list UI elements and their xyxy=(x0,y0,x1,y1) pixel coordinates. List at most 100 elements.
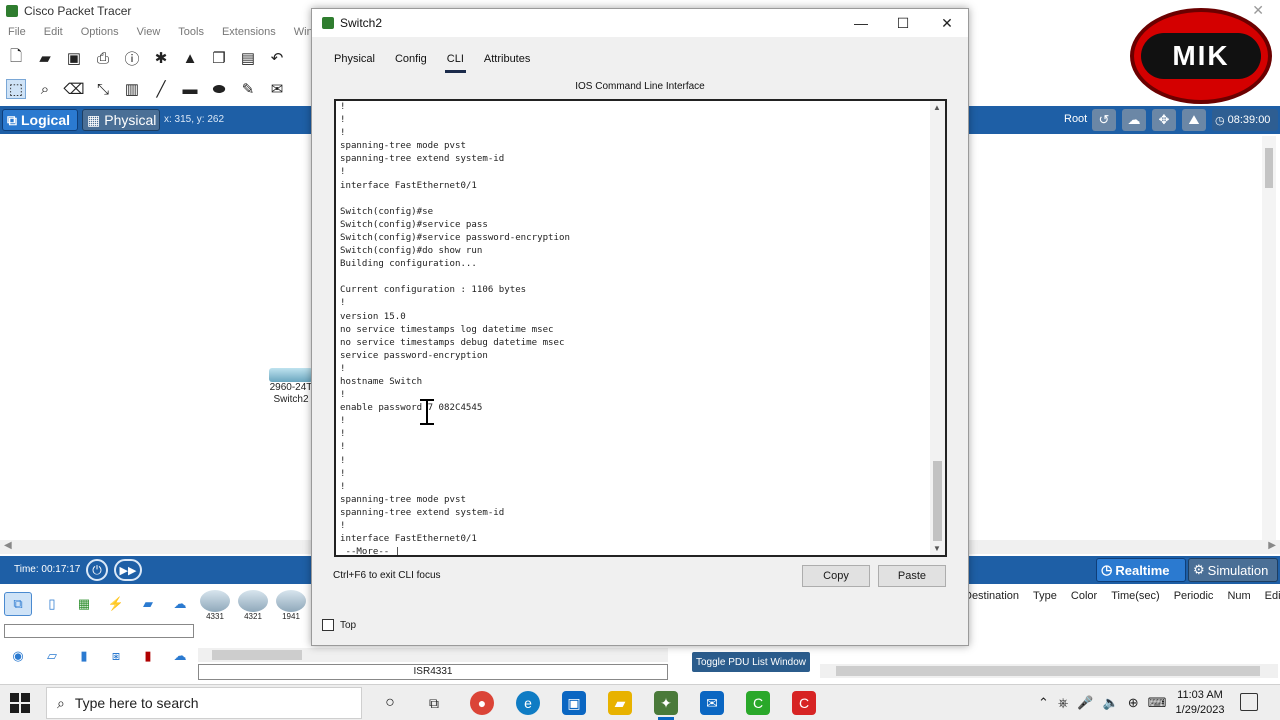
paste-button[interactable]: Paste xyxy=(878,565,946,587)
menu-view[interactable]: View xyxy=(137,26,161,38)
scroll-right-icon[interactable]: ▶ xyxy=(1268,540,1276,551)
save-icon[interactable]: ▣ xyxy=(64,48,84,68)
task-view-icon[interactable]: ⧉ xyxy=(422,691,446,715)
cli-output[interactable]: ! ! ! spanning-tree mode pvst spanning-t… xyxy=(340,101,928,555)
tray-expand-icon[interactable]: ⌃ xyxy=(1038,695,1049,711)
model-list-scrollbar[interactable] xyxy=(198,648,668,662)
scroll-down-icon[interactable]: ▼ xyxy=(933,544,941,553)
multiuser-icon[interactable]: ☁ xyxy=(166,592,194,616)
draw-rectangle-icon[interactable]: ▬ xyxy=(180,79,200,99)
scroll-thumb[interactable] xyxy=(1265,148,1273,188)
close-icon[interactable]: ✕ xyxy=(932,14,962,32)
router-model-4321[interactable]: 4321 xyxy=(236,590,270,621)
freeform-tool-icon[interactable]: ✎ xyxy=(238,79,258,99)
physical-view-button[interactable]: ▦ Physical xyxy=(82,109,160,131)
minimize-icon[interactable]: — xyxy=(846,14,876,32)
select-tool-icon[interactable]: ⬚ xyxy=(6,79,26,99)
paste-icon[interactable]: ▤ xyxy=(238,48,258,68)
move-icon[interactable]: ✥ xyxy=(1152,109,1176,131)
simulation-mode-button[interactable]: ⚙ Simulation xyxy=(1188,558,1278,582)
connections-icon[interactable]: ⚡ xyxy=(102,592,130,616)
wan-emulation-icon[interactable]: ☁ xyxy=(166,644,194,668)
scroll-up-icon[interactable]: ▲ xyxy=(933,103,941,112)
cortana-icon[interactable]: ○ xyxy=(378,691,402,715)
realtime-mode-button[interactable]: ◷ Realtime xyxy=(1096,558,1186,582)
file-explorer-icon[interactable]: ▰ xyxy=(608,691,632,715)
switches-icon[interactable]: ▱ xyxy=(38,644,66,668)
tab-physical[interactable]: Physical xyxy=(324,49,385,71)
undo-icon[interactable]: ↶ xyxy=(267,48,287,68)
copy-icon[interactable]: ❐ xyxy=(209,48,229,68)
info-icon[interactable]: ⓘ xyxy=(122,48,142,68)
camtasia-red-icon[interactable]: C xyxy=(792,691,816,715)
logical-view-button[interactable]: ⧉ Logical xyxy=(2,109,78,131)
app-close-icon[interactable]: ✕ xyxy=(1252,2,1264,19)
new-file-icon[interactable]: 🗋 xyxy=(6,48,26,68)
scroll-left-icon[interactable]: ◀ xyxy=(4,540,12,551)
store-icon[interactable]: ▣ xyxy=(562,691,586,715)
open-folder-icon[interactable]: ▰ xyxy=(35,48,55,68)
network-info-icon[interactable]: ✱ xyxy=(151,48,171,68)
copy-button[interactable]: Copy xyxy=(802,565,870,587)
security-icon[interactable]: ▮ xyxy=(134,644,162,668)
draw-line-icon[interactable]: ╱ xyxy=(151,79,171,99)
menu-edit[interactable]: Edit xyxy=(44,26,63,38)
tab-attributes[interactable]: Attributes xyxy=(474,49,540,71)
top-checkbox[interactable]: Top xyxy=(322,619,356,631)
viewport-icon[interactable]: ⛰ xyxy=(1182,109,1206,131)
fast-forward-icon[interactable]: ▶▶ xyxy=(114,559,142,581)
note-tool-icon[interactable]: ▥ xyxy=(122,79,142,99)
volume-icon[interactable]: 🔈 xyxy=(1103,695,1119,711)
add-pdu-icon[interactable]: ✉ xyxy=(267,79,287,99)
cli-console[interactable]: ! ! ! spanning-tree mode pvst spanning-t… xyxy=(334,99,947,557)
print-icon[interactable]: ⎙ xyxy=(93,48,113,68)
end-devices-icon[interactable]: ▯ xyxy=(38,592,66,616)
back-icon[interactable]: ↺ xyxy=(1092,109,1116,131)
scroll-thumb[interactable] xyxy=(212,650,302,660)
routers-icon[interactable]: ◉ xyxy=(4,644,32,668)
cluster-icon[interactable]: ☁ xyxy=(1122,109,1146,131)
packet-tracer-taskbar-icon[interactable]: ✦ xyxy=(654,691,678,720)
draw-ellipse-icon[interactable]: ⬬ xyxy=(209,79,229,99)
router-model-1941[interactable]: 1941 xyxy=(274,590,308,621)
tab-cli[interactable]: CLI xyxy=(437,49,474,73)
canvas-vertical-scrollbar[interactable] xyxy=(1262,136,1276,540)
power-cycle-icon[interactable]: ⏻ xyxy=(86,559,108,581)
maximize-icon[interactable]: ☐ xyxy=(888,14,918,32)
network-devices-icon[interactable]: ⧉ xyxy=(4,592,32,616)
camtasia-green-icon[interactable]: C xyxy=(746,691,770,715)
toggle-pdu-list-button[interactable]: Toggle PDU List Window xyxy=(692,652,810,672)
mail-icon[interactable]: ✉ xyxy=(700,691,724,715)
activity-wizard-icon[interactable]: ▲ xyxy=(180,48,200,68)
scroll-thumb[interactable] xyxy=(933,461,942,541)
physical-view-icon: ▦ xyxy=(87,111,101,128)
miscellaneous-icon[interactable]: ▰ xyxy=(134,592,162,616)
notification-icon[interactable] xyxy=(1240,693,1258,711)
menu-extensions[interactable]: Extensions xyxy=(222,26,276,38)
microphone-icon[interactable]: 🎤 xyxy=(1077,695,1093,711)
menu-tools[interactable]: Tools xyxy=(178,26,204,38)
taskbar-clock[interactable]: 11:03 AM 1/29/2023 xyxy=(1172,688,1228,718)
cli-scrollbar[interactable]: ▲ ▼ xyxy=(930,101,945,555)
meet-icon[interactable]: ⎈ xyxy=(1058,695,1068,711)
taskbar-search-box[interactable]: ⌕ Type here to search xyxy=(46,687,362,719)
tab-config[interactable]: Config xyxy=(385,49,437,71)
resize-tool-icon[interactable]: ⤡ xyxy=(93,79,113,99)
pdu-list-scrollbar[interactable] xyxy=(820,664,1278,678)
language-icon[interactable]: ⌨ xyxy=(1148,695,1167,711)
windows-start-icon[interactable] xyxy=(10,693,32,713)
components-icon[interactable]: ▦ xyxy=(70,592,98,616)
chrome-icon[interactable]: ● xyxy=(470,691,494,715)
router-model-4331[interactable]: 4331 xyxy=(198,590,232,621)
network-icon[interactable]: ⊕ xyxy=(1128,695,1139,711)
scroll-thumb[interactable] xyxy=(836,666,1260,676)
hubs-icon[interactable]: ▮ xyxy=(70,644,98,668)
menu-file[interactable]: File xyxy=(8,26,26,38)
wireless-devices-icon[interactable]: ⧆ xyxy=(102,644,130,668)
edge-icon[interactable]: e xyxy=(516,691,540,715)
inspect-tool-icon[interactable]: ⌕ xyxy=(35,79,55,99)
switch-device[interactable]: 2960-24T Switch2 xyxy=(266,368,316,406)
menu-options[interactable]: Options xyxy=(81,26,119,38)
top-checkbox-box[interactable] xyxy=(322,619,334,631)
delete-tool-icon[interactable]: ⌫ xyxy=(63,79,84,99)
